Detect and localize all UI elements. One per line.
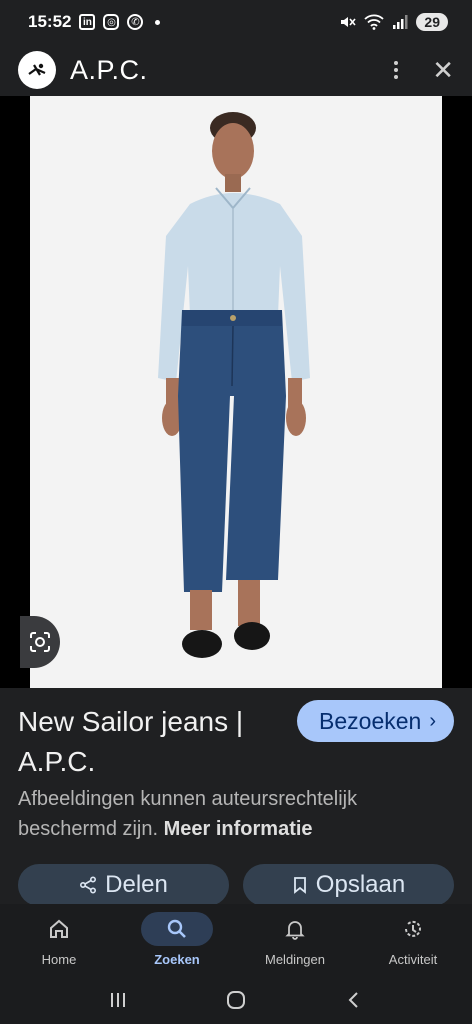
close-icon[interactable]: ✕ [432,57,454,83]
nav-home[interactable]: Home [0,904,118,976]
nav-notifications-label: Meldingen [265,952,325,967]
model-illustration [158,112,310,658]
nav-notifications[interactable]: Meldingen [236,904,354,976]
home-button-icon[interactable] [225,989,247,1011]
battery-indicator: 29 [416,13,448,31]
action-row: Delen Opslaan [18,864,454,906]
more-options-icon[interactable] [390,57,402,83]
status-left: 15:52 in ◎ ✆ [28,12,161,32]
nav-search[interactable]: Zoeken [118,904,236,976]
nav-search-icon-wrap [141,912,213,946]
chevron-right-icon: › [429,709,436,732]
status-bar: 15:52 in ◎ ✆ 29 [0,0,472,44]
save-label: Opslaan [315,871,406,898]
save-button[interactable]: Opslaan [243,864,454,906]
nav-activity[interactable]: Activiteit [354,904,472,976]
whatsapp-icon: ✆ [127,14,144,30]
share-icon [80,876,97,894]
app-bar: A.P.C. ✕ [0,44,472,96]
instagram-icon: ◎ [103,14,120,30]
mute-icon [341,17,357,27]
lens-icon [30,632,50,652]
nav-activity-icon-wrap [377,912,449,946]
product-title[interactable]: New Sailor jeans | A.P.C. [18,702,258,782]
back-icon[interactable] [344,990,364,1010]
nav-search-label: Zoeken [154,952,200,967]
image-viewer [0,96,472,688]
app-bar-actions: ✕ [390,57,454,83]
system-navigation-bar [0,976,472,1024]
nav-activity-label: Activiteit [388,952,438,967]
history-icon [405,920,421,937]
share-label: Delen [105,871,168,898]
page-title: A.P.C. [70,54,148,85]
linkedin-icon: in [79,14,96,30]
status-right: 29 [338,13,448,31]
visit-button[interactable]: Bezoeken › [297,700,454,742]
bookmark-icon [293,877,306,894]
product-info-panel: New Sailor jeans | A.P.C. Bezoeken › Afb… [0,688,472,906]
nav-home-label: Home [41,952,77,967]
apc-logo-icon [28,63,46,76]
bottom-navigation: Home Zoeken Meldingen Activiteit [0,904,472,976]
share-button[interactable]: Delen [18,864,229,906]
recent-apps-icon[interactable] [108,990,128,1010]
site-logo [18,51,56,89]
visit-button-label: Bezoeken [319,707,422,734]
nav-notifications-icon-wrap [259,912,331,946]
bell-icon [285,921,305,940]
more-info-link[interactable]: Meer informatie [164,818,313,840]
product-image[interactable] [30,96,442,688]
notification-dot-icon [155,19,161,25]
search-icon [167,919,186,938]
status-time: 15:52 [28,12,72,31]
signal-icon [393,15,408,29]
copyright-disclaimer: Afbeeldingen kunnen auteursrechtelijk be… [18,784,458,844]
home-icon [50,919,68,938]
nav-home-icon-wrap [23,912,95,946]
wifi-icon [364,14,385,30]
